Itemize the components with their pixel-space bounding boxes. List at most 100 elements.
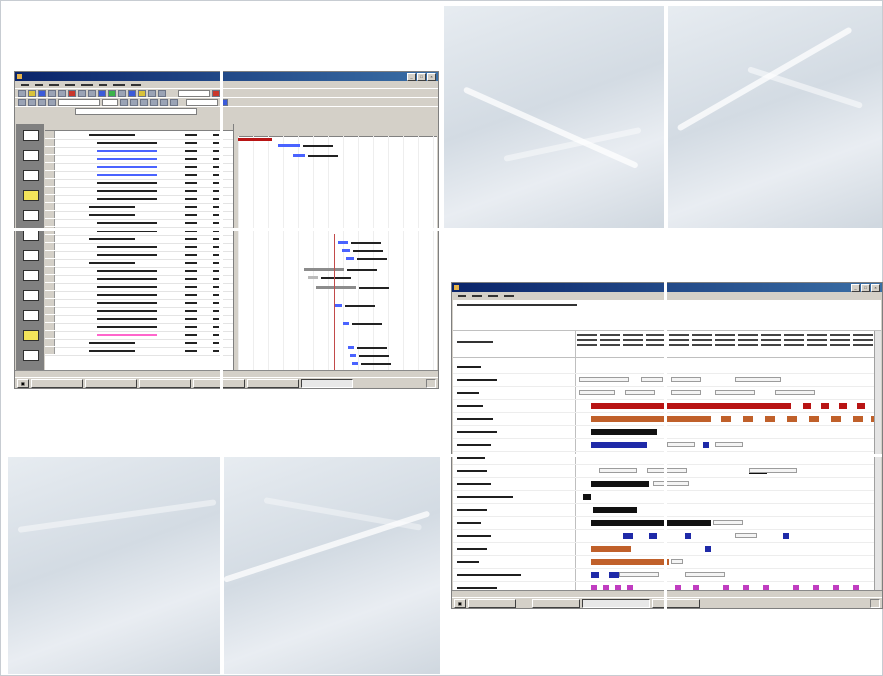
link-icon[interactable] xyxy=(98,89,106,97)
gantt-bar[interactable] xyxy=(342,249,350,252)
schedule-caption-box[interactable] xyxy=(579,377,629,382)
schedule-caption-box[interactable] xyxy=(653,481,689,486)
outlook-bar-icon[interactable] xyxy=(23,150,39,161)
outdent-icon[interactable] xyxy=(18,98,26,106)
schedule-block[interactable] xyxy=(591,481,649,487)
gantt-bar[interactable] xyxy=(304,268,344,271)
schedule-block[interactable] xyxy=(743,416,753,422)
schedule-block[interactable] xyxy=(623,533,633,539)
gantt-bar[interactable] xyxy=(238,138,272,141)
outlook-bar-icon[interactable] xyxy=(23,290,39,301)
gantt-bar[interactable] xyxy=(348,346,354,349)
schedule-caption-box[interactable] xyxy=(579,390,615,395)
schedule-caption-box[interactable] xyxy=(775,390,815,395)
gantt-bar[interactable] xyxy=(278,144,300,147)
schedule-block[interactable] xyxy=(857,403,865,409)
menu-item[interactable] xyxy=(113,84,125,86)
schedule-block[interactable] xyxy=(839,403,847,409)
schedule-caption-box[interactable] xyxy=(667,442,695,447)
schedule-block[interactable] xyxy=(703,442,709,448)
save-icon[interactable] xyxy=(38,89,46,97)
open-icon[interactable] xyxy=(28,89,36,97)
outlook-bar-icon[interactable] xyxy=(23,170,39,181)
schedule-caption-box[interactable] xyxy=(641,377,663,382)
schedule-caption-box[interactable] xyxy=(671,559,683,564)
menu-item[interactable] xyxy=(81,84,93,86)
align-right-icon[interactable] xyxy=(170,98,178,106)
menu-item[interactable] xyxy=(472,295,482,297)
split-icon[interactable] xyxy=(108,89,116,97)
gantt-bar[interactable] xyxy=(352,362,358,365)
schedule-block[interactable] xyxy=(765,416,775,422)
outlook-bar-icon[interactable] xyxy=(23,330,39,341)
schedule-block[interactable] xyxy=(783,533,789,539)
schedule-block[interactable] xyxy=(609,572,619,578)
schedule-block[interactable] xyxy=(591,442,647,448)
menu-item[interactable] xyxy=(99,84,107,86)
outlook-bar-icon[interactable] xyxy=(23,270,39,281)
indent-icon[interactable] xyxy=(28,98,36,106)
taskbar-button[interactable] xyxy=(84,378,137,388)
zoom-in-icon[interactable] xyxy=(148,89,156,97)
gantt-bar[interactable] xyxy=(316,286,356,289)
print-icon[interactable] xyxy=(48,89,56,97)
schedule-block[interactable] xyxy=(705,546,711,552)
taskbar-button[interactable] xyxy=(138,378,191,388)
group-combo[interactable] xyxy=(178,89,210,97)
outlook-bar-icon[interactable] xyxy=(23,310,39,321)
schedule-caption-box[interactable] xyxy=(715,390,755,395)
schedule-caption-box[interactable] xyxy=(599,468,637,473)
paste-icon[interactable] xyxy=(88,89,96,97)
schedule-block[interactable] xyxy=(649,533,657,539)
schedule-block[interactable] xyxy=(787,416,797,422)
taskbar-button[interactable] xyxy=(531,598,580,608)
outlook-bar-icon[interactable] xyxy=(23,210,39,221)
cut-icon[interactable] xyxy=(68,89,76,97)
gantt-bar[interactable] xyxy=(308,276,318,279)
taskbar-button[interactable] xyxy=(192,378,245,388)
gantt-bar[interactable] xyxy=(343,322,349,325)
maximize-icon[interactable]: □ xyxy=(861,284,870,292)
outlook-bar-icon[interactable] xyxy=(23,190,39,201)
show-icon[interactable] xyxy=(38,98,46,106)
schedule-block[interactable] xyxy=(591,520,711,526)
help-icon[interactable] xyxy=(212,89,220,97)
schedule-block[interactable] xyxy=(853,416,863,422)
menu-item[interactable] xyxy=(49,84,59,86)
windows-start-icon[interactable]: ▣ xyxy=(17,378,29,388)
schedule-block[interactable] xyxy=(591,572,599,578)
schedule-block[interactable] xyxy=(583,494,591,500)
schedule-block[interactable] xyxy=(591,559,669,565)
schedule-caption-box[interactable] xyxy=(671,377,701,382)
close-icon[interactable]: × xyxy=(871,284,880,292)
menu-item[interactable] xyxy=(65,84,75,86)
schedule-block[interactable] xyxy=(591,416,711,422)
italic-icon[interactable] xyxy=(130,98,138,106)
assign-icon[interactable] xyxy=(138,89,146,97)
menu-item[interactable] xyxy=(131,84,141,86)
schedule-block[interactable] xyxy=(809,416,819,422)
task-row[interactable] xyxy=(45,347,233,356)
gantt-bar[interactable] xyxy=(346,257,354,260)
notes-icon[interactable] xyxy=(128,89,136,97)
schedule-caption-box[interactable] xyxy=(625,390,655,395)
menu-item[interactable] xyxy=(488,295,498,297)
schedule-block[interactable] xyxy=(593,507,637,513)
schedule-block[interactable] xyxy=(803,403,811,409)
gantt-bar[interactable] xyxy=(350,354,356,357)
close-icon[interactable]: × xyxy=(427,73,436,81)
filter-combo[interactable] xyxy=(186,98,218,106)
entry-field[interactable] xyxy=(75,108,197,115)
gantt-bar[interactable] xyxy=(334,304,342,307)
minimize-icon[interactable]: _ xyxy=(851,284,860,292)
schedule-block[interactable] xyxy=(685,533,691,539)
schedule-block[interactable] xyxy=(831,416,841,422)
taskbar-button[interactable] xyxy=(30,378,83,388)
bold-icon[interactable] xyxy=(120,98,128,106)
taskbar-button[interactable] xyxy=(246,378,299,388)
outlook-bar-icon[interactable] xyxy=(23,230,39,241)
gantt-bar[interactable] xyxy=(293,154,305,157)
schedule-caption-box[interactable] xyxy=(713,520,743,525)
taskbar-button[interactable] xyxy=(300,378,353,388)
schedule-block[interactable] xyxy=(821,403,829,409)
